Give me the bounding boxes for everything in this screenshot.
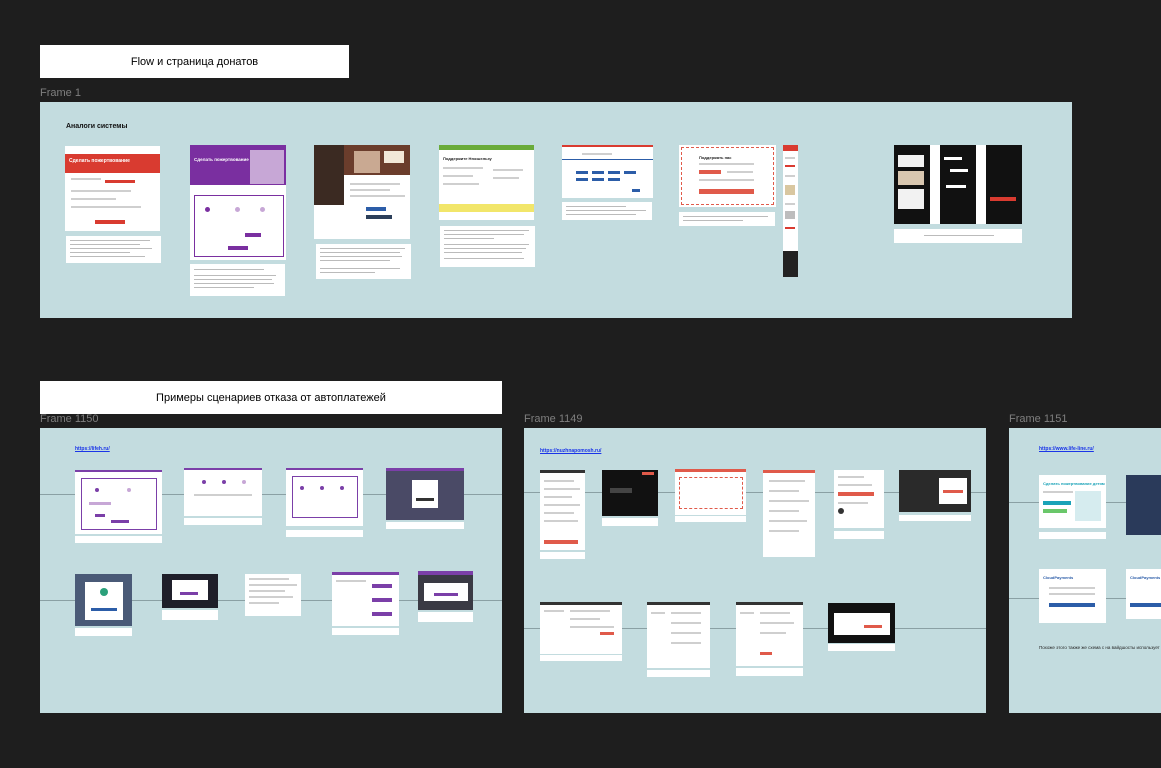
analog-6-hero-text: Поддержать нас xyxy=(699,155,732,160)
nuzhna-step-9[interactable] xyxy=(736,602,803,666)
lifeh-step-9[interactable] xyxy=(418,571,473,610)
lifeline-step-4[interactable]: CloudPayments xyxy=(1126,569,1161,619)
lifeh-caption-8 xyxy=(332,628,399,635)
analog-note-5 xyxy=(562,202,652,220)
nuzhna-step-6[interactable] xyxy=(899,470,971,512)
analog-note-2 xyxy=(190,264,285,296)
lifeline-note: Похоже этого также же схема с на вайдшос… xyxy=(1039,645,1160,650)
lifeh-caption-9 xyxy=(418,612,473,622)
frame-1151-label[interactable]: Frame 1151 xyxy=(1009,413,1068,425)
lifeh-step-3[interactable] xyxy=(286,468,363,526)
analog-screenshot-7[interactable] xyxy=(783,145,798,277)
analog-note-3 xyxy=(316,244,411,279)
frame-1-heading: Аналоги системы xyxy=(66,123,128,130)
lifeh-step-5[interactable] xyxy=(75,574,132,626)
frame-1150[interactable]: https://lifeh.ru/ xyxy=(40,428,502,713)
frame-1149-link[interactable]: https://nuzhnapomosh.ru/ xyxy=(540,448,601,454)
frame-1[interactable]: Аналоги системы Сделать пожертвование Сд… xyxy=(40,102,1072,318)
nuzhna-caption-7 xyxy=(540,655,622,661)
lifeh-caption-5 xyxy=(75,628,132,636)
frame-1150-label[interactable]: Frame 1150 xyxy=(40,413,99,425)
lifeh-caption-1 xyxy=(75,536,162,543)
nuzhna-caption-3 xyxy=(675,516,746,522)
lifeline-hero-text: Сделать пожертвование детям xyxy=(1043,481,1105,486)
analog-screenshot-5[interactable] xyxy=(562,145,653,198)
frame-1149[interactable]: https://nuzhnapomosh.ru/ xyxy=(524,428,986,713)
nuzhna-step-5[interactable] xyxy=(834,470,884,528)
analog-screenshot-2[interactable]: Сделать пожертвование xyxy=(190,145,286,260)
analog-screenshot-1[interactable]: Сделать пожертвование xyxy=(65,146,160,231)
lifeline-step-2[interactable] xyxy=(1126,475,1161,535)
frame-1151[interactable]: https://www.life-line.ru/ Сделать пожерт… xyxy=(1009,428,1161,713)
frame-1151-link[interactable]: https://www.life-line.ru/ xyxy=(1039,446,1094,452)
lifeline-cloud-text-2: CloudPayments xyxy=(1130,575,1161,580)
nuzhna-caption-1 xyxy=(540,552,585,559)
analog-note-8 xyxy=(894,229,1022,243)
lifeh-step-6[interactable] xyxy=(162,574,218,608)
nuzhna-step-10[interactable] xyxy=(828,603,895,643)
nuzhna-caption-6 xyxy=(899,515,971,521)
lifeline-step-1[interactable]: Сделать пожертвование детям xyxy=(1039,475,1106,528)
analog-screenshot-3[interactable] xyxy=(314,145,410,239)
nuzhna-caption-5 xyxy=(834,531,884,539)
analog-2-hero-text: Сделать пожертвование xyxy=(194,157,249,162)
lifeh-step-8[interactable] xyxy=(332,572,399,626)
lifeh-step-1[interactable] xyxy=(75,470,162,534)
lifeh-step-7[interactable] xyxy=(245,574,301,616)
frame-1-label[interactable]: Frame 1 xyxy=(40,87,81,99)
frame-1149-label[interactable]: Frame 1149 xyxy=(524,413,583,425)
nuzhna-caption-2 xyxy=(602,518,658,526)
lifeh-step-2[interactable] xyxy=(184,468,262,516)
analog-screenshot-6[interactable]: Поддержать нас xyxy=(679,145,776,207)
lifeh-caption-6 xyxy=(162,610,218,620)
nuzhna-step-8[interactable] xyxy=(647,602,710,668)
lifeh-caption-3 xyxy=(286,530,363,537)
frame-1150-link[interactable]: https://lifeh.ru/ xyxy=(75,446,110,452)
analog-1-hero-text: Сделать пожертвование xyxy=(69,158,130,164)
lifeline-cloud-text: CloudPayments xyxy=(1043,575,1074,580)
nuzhna-step-3[interactable] xyxy=(675,469,746,515)
lifeh-caption-4 xyxy=(386,522,464,529)
nuzhna-caption-4 xyxy=(763,550,815,557)
analog-screenshot-4[interactable]: Поддержите Нюсшельзу xyxy=(439,145,534,220)
nuzhna-caption-9 xyxy=(736,668,803,676)
nuzhna-caption-10 xyxy=(828,644,895,651)
section-title-autopay-text: Примеры сценариев отказа от автоплатежей xyxy=(156,391,386,404)
lifeline-step-3[interactable]: CloudPayments xyxy=(1039,569,1106,623)
nuzhna-step-4[interactable] xyxy=(763,470,815,552)
section-title-donate[interactable]: Flow и страница донатов xyxy=(40,45,349,78)
analog-note-4 xyxy=(440,226,535,267)
section-title-donate-text: Flow и страница донатов xyxy=(130,55,259,68)
analog-note-1 xyxy=(66,236,161,263)
lifeline-caption-1 xyxy=(1039,532,1106,539)
nuzhna-step-7[interactable] xyxy=(540,602,622,654)
nuzhna-caption-8 xyxy=(647,670,710,677)
analog-4-hero-text: Поддержите Нюсшельзу xyxy=(443,156,492,161)
section-title-autopay[interactable]: Примеры сценариев отказа от автоплатежей xyxy=(40,381,502,414)
nuzhna-step-2[interactable] xyxy=(602,470,658,516)
nuzhna-step-1[interactable] xyxy=(540,470,585,550)
lifeh-step-4[interactable] xyxy=(386,468,464,520)
analog-screenshot-8[interactable] xyxy=(894,145,1022,224)
lifeh-caption-2 xyxy=(184,518,262,525)
analog-note-6 xyxy=(679,212,775,226)
